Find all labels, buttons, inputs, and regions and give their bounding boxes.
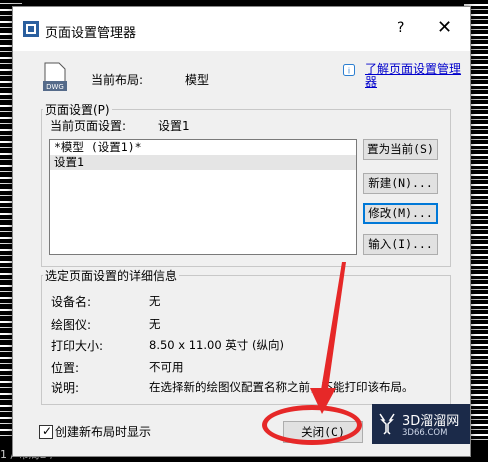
watermark-main-text: 3D溜溜网: [402, 414, 460, 429]
watermark-sub-text: 3D66.COM: [402, 428, 448, 438]
annotation-arrow: [310, 262, 346, 414]
watermark-logo: 3D溜溜网 3D66.COM: [372, 404, 470, 444]
deer-logo-icon: [379, 413, 395, 435]
